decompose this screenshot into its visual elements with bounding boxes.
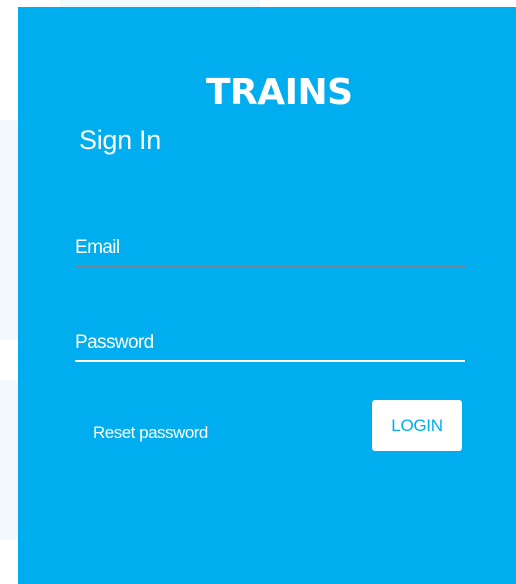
login-card: TRAINS Sign In Reset password LOGIN xyxy=(18,7,516,584)
email-field[interactable] xyxy=(75,231,465,268)
password-field[interactable] xyxy=(75,326,465,362)
login-button[interactable]: LOGIN xyxy=(372,400,462,451)
brand-title: TRAINS xyxy=(206,72,353,113)
reset-password-link[interactable]: Reset password xyxy=(93,422,208,444)
sign-in-heading: Sign In xyxy=(79,125,161,155)
